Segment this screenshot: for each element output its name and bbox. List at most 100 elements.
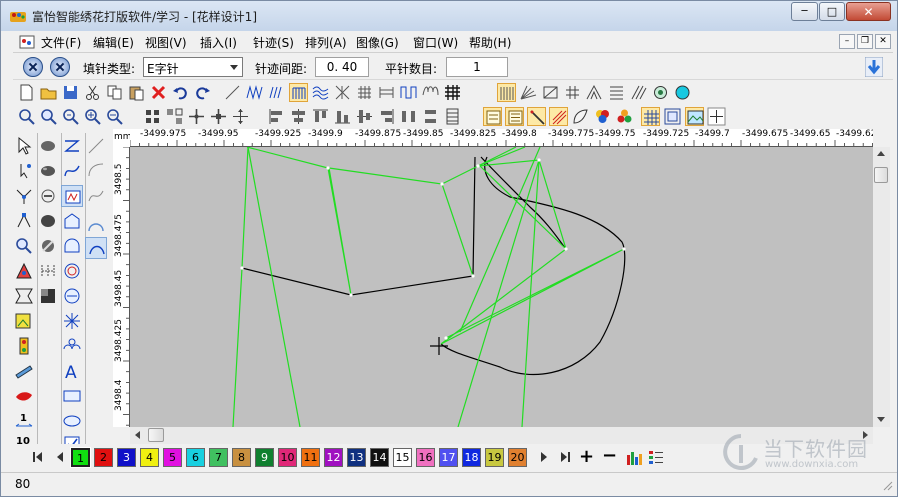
add-color-button[interactable]: +: [579, 446, 594, 467]
color-swatch-12[interactable]: 12: [324, 448, 343, 467]
rectangle-tool-icon[interactable]: [61, 385, 83, 407]
menu-image[interactable]: 图像(G): [356, 34, 399, 51]
remove-color-button[interactable]: −: [602, 445, 617, 466]
hash-stitch-icon[interactable]: [563, 83, 582, 102]
needle-icon[interactable]: [527, 107, 546, 126]
background-image-icon[interactable]: [685, 107, 704, 126]
show-outline-icon[interactable]: [505, 107, 524, 126]
grid-stitch-icon[interactable]: [355, 83, 374, 102]
cancel-stitch-icon[interactable]: [23, 57, 43, 77]
menu-file[interactable]: 文件(F): [41, 34, 81, 51]
stone-tool-icon[interactable]: [37, 135, 59, 157]
align-right-icon[interactable]: [377, 107, 396, 126]
next-color-icon[interactable]: [541, 452, 547, 462]
node-edit-icon[interactable]: [13, 210, 35, 232]
ungroup-icon[interactable]: [165, 107, 184, 126]
net-stitch-icon[interactable]: [443, 83, 462, 102]
color-swatch-10[interactable]: 10: [278, 448, 297, 467]
menu-help[interactable]: 帮助(H): [469, 34, 511, 51]
stone-remove-icon[interactable]: [37, 185, 59, 207]
select-arrow-icon[interactable]: [13, 135, 35, 157]
menu-insert[interactable]: 插入(I): [200, 34, 237, 51]
color-swatch-8[interactable]: 8: [232, 448, 251, 467]
satin-stitch-icon[interactable]: [267, 83, 286, 102]
ladder-stitch-icon[interactable]: [377, 83, 396, 102]
scroll-left-icon[interactable]: [135, 431, 140, 439]
align-top-icon[interactable]: [311, 107, 330, 126]
distribute-icon[interactable]: [231, 107, 250, 126]
spiral-icon[interactable]: [61, 260, 83, 282]
sequence-view-icon[interactable]: [497, 83, 516, 102]
space-horizontal-icon[interactable]: [399, 107, 418, 126]
menu-arrange[interactable]: 排列(A): [305, 34, 347, 51]
square-wave-icon[interactable]: [399, 83, 418, 102]
fill-type-select[interactable]: E字针: [143, 57, 243, 77]
loop-stitch-icon[interactable]: [421, 83, 440, 102]
show-stitches-icon[interactable]: [483, 107, 502, 126]
curve-line-icon[interactable]: [61, 160, 83, 182]
point-select-icon[interactable]: [13, 160, 35, 182]
zoom-1to1-icon[interactable]: [61, 107, 80, 126]
copy-icon[interactable]: [105, 83, 124, 102]
arch-shape-icon[interactable]: [61, 235, 83, 257]
color-swatch-3[interactable]: 3: [117, 448, 136, 467]
color-circles-icon[interactable]: [593, 107, 612, 126]
color-swatch-5[interactable]: 5: [163, 448, 182, 467]
grid-view-icon[interactable]: [641, 107, 660, 126]
star-burst-icon[interactable]: [61, 310, 83, 332]
color-swatch-2[interactable]: 2: [94, 448, 113, 467]
transform-icon[interactable]: [13, 285, 35, 307]
color-list-icon[interactable]: [647, 449, 665, 467]
zoom-in-icon[interactable]: [83, 107, 102, 126]
mdi-minimize-button[interactable]: –: [839, 34, 855, 49]
draw-line-icon[interactable]: [85, 135, 107, 157]
parallel-lines-icon[interactable]: [607, 83, 626, 102]
align-bottom-icon[interactable]: [333, 107, 352, 126]
run-line-icon[interactable]: [61, 135, 83, 157]
color-swatch-9[interactable]: 9: [255, 448, 274, 467]
color-chart-icon[interactable]: [625, 449, 643, 467]
download-arrow-icon[interactable]: [865, 57, 883, 77]
color-swatch-14[interactable]: 14: [370, 448, 389, 467]
align-left-icon[interactable]: [267, 107, 286, 126]
space-vertical-icon[interactable]: [421, 107, 440, 126]
center-icon[interactable]: [209, 107, 228, 126]
stone-disabled-icon[interactable]: [37, 235, 59, 257]
zoom-window-icon[interactable]: [39, 107, 58, 126]
measure-icon[interactable]: [13, 360, 35, 382]
draw-bezier-icon[interactable]: [85, 237, 107, 259]
same-size-icon[interactable]: [443, 107, 462, 126]
frame-view-icon[interactable]: [663, 107, 682, 126]
fill-e-stitch-icon[interactable]: [289, 83, 308, 102]
draw-wave-icon[interactable]: [85, 185, 107, 207]
fan-stitch-icon[interactable]: [519, 83, 538, 102]
crosshair-icon[interactable]: [707, 107, 726, 126]
mdi-close-button[interactable]: ✕: [875, 34, 891, 49]
text-tool-icon[interactable]: A: [61, 360, 83, 383]
show-fill-icon[interactable]: [549, 107, 568, 126]
prev-color-icon[interactable]: [57, 452, 63, 462]
paste-icon[interactable]: [127, 83, 146, 102]
magnify-node-icon[interactable]: [13, 235, 35, 257]
last-color-icon[interactable]: [561, 452, 567, 462]
color-swatch-11[interactable]: 11: [301, 448, 320, 467]
thread-colors-icon[interactable]: [615, 107, 634, 126]
color-edit-icon[interactable]: [13, 260, 35, 282]
draw-semicircle-icon[interactable]: [85, 215, 107, 237]
menu-edit[interactable]: 编辑(E): [93, 34, 134, 51]
curve-shape-icon[interactable]: [571, 107, 590, 126]
scroll-up-icon[interactable]: [877, 151, 885, 156]
color-swatch-16[interactable]: 16: [416, 448, 435, 467]
scroll-down-icon[interactable]: [877, 417, 885, 422]
menu-window[interactable]: 窗口(W): [413, 34, 458, 51]
traffic-light-icon[interactable]: [13, 335, 35, 357]
lips-icon[interactable]: [13, 385, 35, 407]
circle-stitch-icon[interactable]: [673, 83, 692, 102]
move-icon[interactable]: [187, 107, 206, 126]
circle-fill-icon[interactable]: [61, 285, 83, 307]
color-swatch-19[interactable]: 19: [485, 448, 504, 467]
color-swatch-4[interactable]: 4: [140, 448, 159, 467]
vertical-scrollbar[interactable]: [873, 147, 890, 427]
new-file-icon[interactable]: [17, 83, 36, 102]
title-bar[interactable]: 富怡智能绣花打版软件/学习 - [花样设计1] ─ □ ✕: [1, 1, 897, 31]
